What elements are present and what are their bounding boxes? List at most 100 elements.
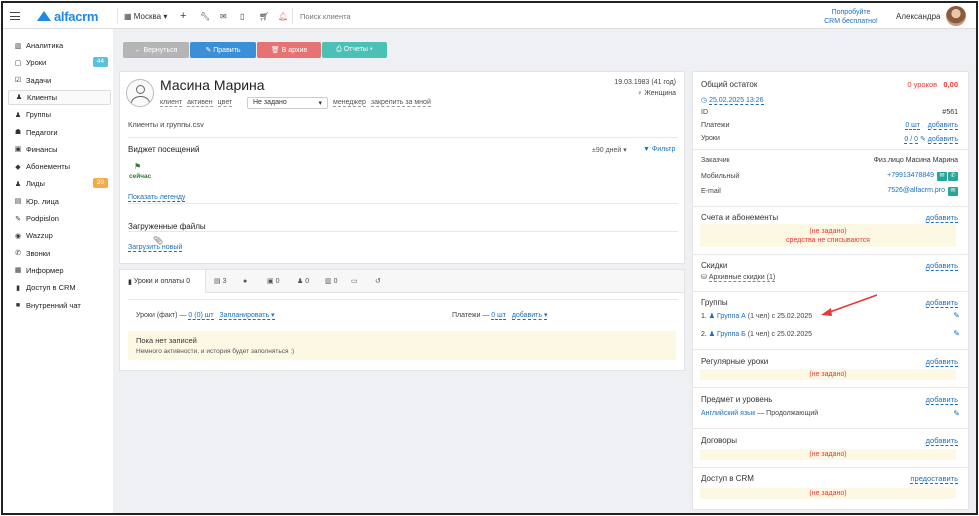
tab-groups[interactable]: ♟ 0 xyxy=(297,270,309,292)
back-button[interactable]: ← Вернуться xyxy=(123,42,189,58)
sidebar-item-12[interactable]: ✆ Звонки xyxy=(8,246,111,261)
sidebar-item-label: Доступ в CRM xyxy=(26,283,76,293)
tag-client[interactable]: клиент xyxy=(160,99,183,107)
annotation-arrow xyxy=(821,294,878,316)
accounts-notset: (не задано) средства не списываются xyxy=(700,224,956,247)
payments-summary: Платежи — 0 шт добавить ▾ xyxy=(452,312,548,320)
sidebar-item-7[interactable]: ◆ Абонементы xyxy=(8,159,111,174)
bell-icon[interactable]: 🔔︎ xyxy=(278,3,288,29)
tab-lessons[interactable]: ▮ Уроки и оплаты 0 xyxy=(120,270,206,293)
now-label: сейчас xyxy=(129,173,152,180)
tab-chat[interactable]: ● xyxy=(243,270,247,292)
tag-icon: ◆ xyxy=(15,163,21,171)
tag-color[interactable]: цвет xyxy=(217,99,233,107)
sidebar-item-label: Группы xyxy=(26,110,51,120)
archive-discounts-link[interactable]: ⛁ Архивные скидки (1) xyxy=(701,273,776,282)
cart-icon[interactable]: 🛒︎ xyxy=(259,3,269,29)
balance-date-link[interactable]: ◷ 25.02.2025 13:26 xyxy=(701,96,764,105)
id-label: ID xyxy=(701,109,708,116)
sidebar-item-8[interactable]: ♟ Лиды 20 xyxy=(8,176,111,191)
sidebar-item-15[interactable]: ■ Внутренний чат xyxy=(8,298,111,313)
sidebar-item-4[interactable]: ♟ Группы xyxy=(8,107,111,122)
balance-label: Общий остаток xyxy=(701,80,758,89)
status-select[interactable]: Не задано ▾ xyxy=(247,97,328,109)
sidebar-item-6[interactable]: ▣ Финансы xyxy=(8,142,111,157)
lessons-panel: ▮ Уроки и оплаты 0 ▤ 3 ● ▣ 0 ♟ 0 ▥ 0 ▭ ↺… xyxy=(119,269,685,371)
filter-button[interactable]: ▼ Фильтр xyxy=(643,146,675,153)
manager-block: менеджер закрепить за мной xyxy=(333,99,431,107)
group-b-link[interactable]: Группа Б xyxy=(717,331,746,338)
sidebar-item-9[interactable]: ▤ Юр. лица xyxy=(8,194,111,209)
group-row-1: 1. ♟ Группа А (1 чел) с 25.02.2025 xyxy=(701,313,813,320)
email-label: E-mail xyxy=(701,188,721,195)
sidebar-item-2[interactable]: ☑ Задачи xyxy=(8,73,111,88)
sidebar-item-1[interactable]: ▢ Уроки 44 xyxy=(8,55,111,70)
legend-link[interactable]: Показать легенду xyxy=(128,194,186,202)
logo[interactable]: alfacrm xyxy=(37,3,98,29)
sidebar-item-10[interactable]: ✎ Podpislon xyxy=(8,211,111,226)
sidebar-item-11[interactable]: ◉ Wazzup xyxy=(8,228,111,243)
pencil-icon[interactable]: ✎ xyxy=(920,136,926,143)
contracts-add-link[interactable]: добавить xyxy=(925,436,958,446)
edit-group-2-icon[interactable]: ✎ xyxy=(953,329,960,338)
tab-money[interactable]: ▥ 0 xyxy=(325,270,337,292)
regular-add-link[interactable]: добавить xyxy=(925,357,958,367)
upload-link[interactable]: Загрузить новый xyxy=(128,244,183,252)
add-payment-link[interactable]: добавить ▾ xyxy=(511,312,548,320)
app-window: alfacrm ▦ Москва ▾ + 🔧︎ ✉ ▯ 🛒︎ 🔔︎ Поиск … xyxy=(1,1,978,515)
sidebar-item-0[interactable]: ▥ Аналитика xyxy=(8,38,111,53)
sidebar-item-label: Финансы xyxy=(26,144,58,154)
subject-add-link[interactable]: добавить xyxy=(925,395,958,405)
email-row: 7526@alfacrm.pro ✉ xyxy=(887,187,958,196)
avatar[interactable] xyxy=(946,6,966,26)
city-select[interactable]: ▦ Москва ▾ xyxy=(124,3,167,29)
edit-group-1-icon[interactable]: ✎ xyxy=(953,311,960,320)
edit-button[interactable]: ✎ Править xyxy=(190,42,256,58)
sidebar-item-label: Педагоги xyxy=(26,127,58,137)
sidebar-item-13[interactable]: ▦ Информер xyxy=(8,263,111,278)
add-icon[interactable]: + xyxy=(180,3,186,29)
archive-button[interactable]: 🗑 В архив xyxy=(257,42,321,58)
discounts-add-link[interactable]: добавить xyxy=(925,261,958,271)
chat-icon: ● xyxy=(243,277,248,285)
sidebar-item-3[interactable]: ♟ Клиенты xyxy=(8,89,111,105)
mail-icon[interactable]: ✉ xyxy=(948,187,958,196)
access-notset: (не задано) xyxy=(700,488,956,499)
wrench-icon[interactable]: 🔧︎ xyxy=(200,3,210,29)
mobile-icon[interactable]: ▯ xyxy=(240,3,244,29)
tab-sessions[interactable]: ▣ 0 xyxy=(267,270,279,292)
accounts-add-link[interactable]: добавить xyxy=(925,213,958,223)
building-icon: ▦ xyxy=(124,11,132,21)
menu-icon[interactable] xyxy=(10,3,20,29)
sms-icon[interactable]: ✉ xyxy=(937,172,947,181)
user-name[interactable]: Александра xyxy=(896,3,940,29)
customer-label: Заказчик xyxy=(701,157,730,164)
call-icon[interactable]: ✆ xyxy=(948,172,958,181)
sign-icon: ✎ xyxy=(15,215,21,223)
users-icon: ♟ xyxy=(708,331,716,338)
client-card: Масина Марина 19.03.1983 (41 год) ♀ Женщ… xyxy=(119,71,685,264)
sidebar-item-5[interactable]: ☗ Педагоги xyxy=(8,125,111,140)
manager-link[interactable]: менеджер xyxy=(333,99,366,107)
tab-tasks[interactable]: ▤ 3 xyxy=(214,270,226,292)
chart-icon: ▥ xyxy=(14,42,22,50)
access-provide-link[interactable]: предоставить xyxy=(910,474,958,484)
book-icon: ▮ xyxy=(128,278,132,286)
mail-icon[interactable]: ✉ xyxy=(220,3,227,29)
plan-link[interactable]: Запланировать ▾ xyxy=(219,312,275,320)
customer-value: Физ.лицо Масина Марина xyxy=(873,157,958,164)
group-a-link[interactable]: Группа А xyxy=(717,313,746,320)
pin-link[interactable]: закрепить за мной xyxy=(370,99,431,107)
tag-active[interactable]: активен xyxy=(187,99,213,107)
reports-button[interactable]: ⎙ Отчеты ▾ xyxy=(322,42,387,58)
period-select[interactable]: ±90 дней ▾ xyxy=(592,146,627,154)
search-input[interactable]: Поиск клиента xyxy=(300,3,351,29)
user-icon: ♟ xyxy=(15,94,23,102)
tab-history[interactable]: ↺ xyxy=(375,270,381,292)
groups-add-link[interactable]: добавить xyxy=(925,298,958,308)
edit-subject-icon[interactable]: ✎ xyxy=(953,409,960,418)
promo-link[interactable]: Попробуйте CRM бесплатно! xyxy=(819,8,883,26)
accounts-title: Счета и абонементы xyxy=(701,213,779,222)
tab-card[interactable]: ▭ xyxy=(351,270,358,292)
sidebar-item-14[interactable]: ▮ Доступ в CRM xyxy=(8,280,111,295)
